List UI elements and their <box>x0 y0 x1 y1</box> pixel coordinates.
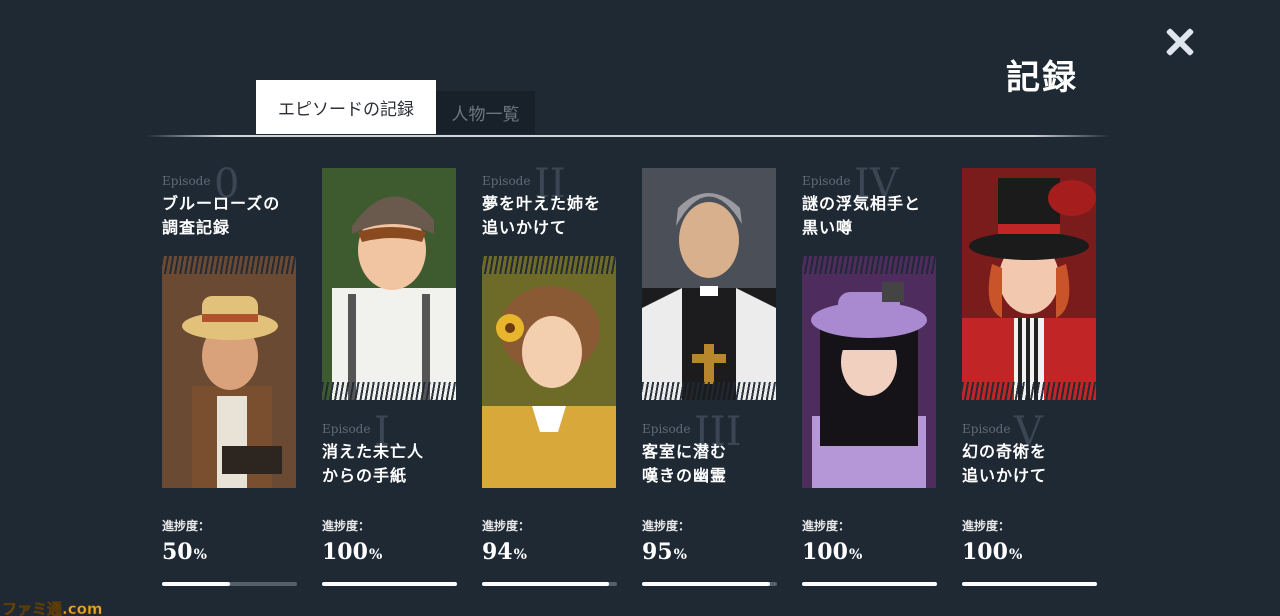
episode-card-1[interactable]: Episode I 消えた未亡人 からの手紙 進捗度： 100% <box>322 168 462 588</box>
episode-label: Episode I 消えた未亡人 からの手紙 <box>322 412 462 502</box>
man-straw-hat-portrait <box>162 256 296 488</box>
episode-word: Episode <box>322 422 371 436</box>
progress-value: 94% <box>482 539 527 565</box>
progress-bar <box>162 582 297 586</box>
episode-title: 消えた未亡人 からの手紙 <box>322 442 425 485</box>
episode-card-2[interactable]: Episode II 夢を叶えた姉を 追いかけて 進捗度： 94% <box>482 164 622 588</box>
episode-title: 幻の奇術を 追いかけて <box>962 442 1048 485</box>
episode-card-0[interactable]: Episode 0 ブルーローズの 調査記録 進捗度： 50% <box>162 164 302 588</box>
episode-card-5[interactable]: Episode V 幻の奇術を 追いかけて 進捗度： 100% <box>962 168 1102 588</box>
episode-word: Episode <box>802 174 851 188</box>
episode-word: Episode <box>642 422 691 436</box>
magician-woman-portrait <box>962 168 1096 400</box>
progress-bar <box>642 582 777 586</box>
progress-value: 95% <box>642 539 687 565</box>
boy-flat-cap-portrait <box>322 168 456 400</box>
episode-title: 夢を叶えた姉を 追いかけて <box>482 194 602 237</box>
episode-word: Episode <box>962 422 1011 436</box>
episode-title: ブルーローズの 調査記録 <box>162 194 281 237</box>
progress-label: 進捗度： <box>322 519 371 533</box>
episode-card-4[interactable]: Episode IV 謎の浮気相手と 黒い噂 進捗度： 100% <box>802 164 942 588</box>
progress-bar <box>962 582 1097 586</box>
woman-purple-hat-portrait <box>802 256 936 488</box>
progress-label: 進捗度： <box>642 519 691 533</box>
tab-character-list[interactable]: 人物一覧 <box>436 91 535 134</box>
progress-label: 進捗度： <box>162 519 211 533</box>
progress-value: 50% <box>162 539 207 565</box>
episode-label: Episode 0 ブルーローズの 調査記録 <box>162 164 302 254</box>
episode-card-3[interactable]: Episode III 客室に潜む 嘆きの幽霊 進捗度： 95% <box>642 168 782 588</box>
episode-label: Episode IV 謎の浮気相手と 黒い噂 <box>802 164 942 254</box>
close-icon[interactable] <box>1162 24 1198 60</box>
episode-word: Episode <box>482 174 531 188</box>
progress-label: 進捗度： <box>962 519 1011 533</box>
progress-value: 100% <box>802 539 863 565</box>
watermark-logo: ファミ通.com <box>2 600 103 616</box>
page-title: 記録 <box>1006 58 1078 98</box>
tab-divider <box>146 135 1110 137</box>
progress-label: 進捗度： <box>802 519 851 533</box>
progress-bar <box>322 582 457 586</box>
episode-word: Episode <box>162 174 211 188</box>
episode-label: Episode III 客室に潜む 嘆きの幽霊 <box>642 412 782 502</box>
tab-episode-records[interactable]: エピソードの記録 <box>256 80 436 134</box>
progress-label: 進捗度： <box>482 519 531 533</box>
progress-value: 100% <box>322 539 383 565</box>
progress-bar <box>482 582 617 586</box>
priest-portrait <box>642 168 776 400</box>
progress-value: 100% <box>962 539 1023 565</box>
episode-label: Episode V 幻の奇術を 追いかけて <box>962 412 1102 502</box>
girl-yellow-flower-portrait <box>482 256 616 488</box>
episode-label: Episode II 夢を叶えた姉を 追いかけて <box>482 164 622 254</box>
episode-title: 客室に潜む 嘆きの幽霊 <box>642 442 728 485</box>
episode-title: 謎の浮気相手と 黒い噂 <box>802 194 922 237</box>
progress-bar <box>802 582 937 586</box>
